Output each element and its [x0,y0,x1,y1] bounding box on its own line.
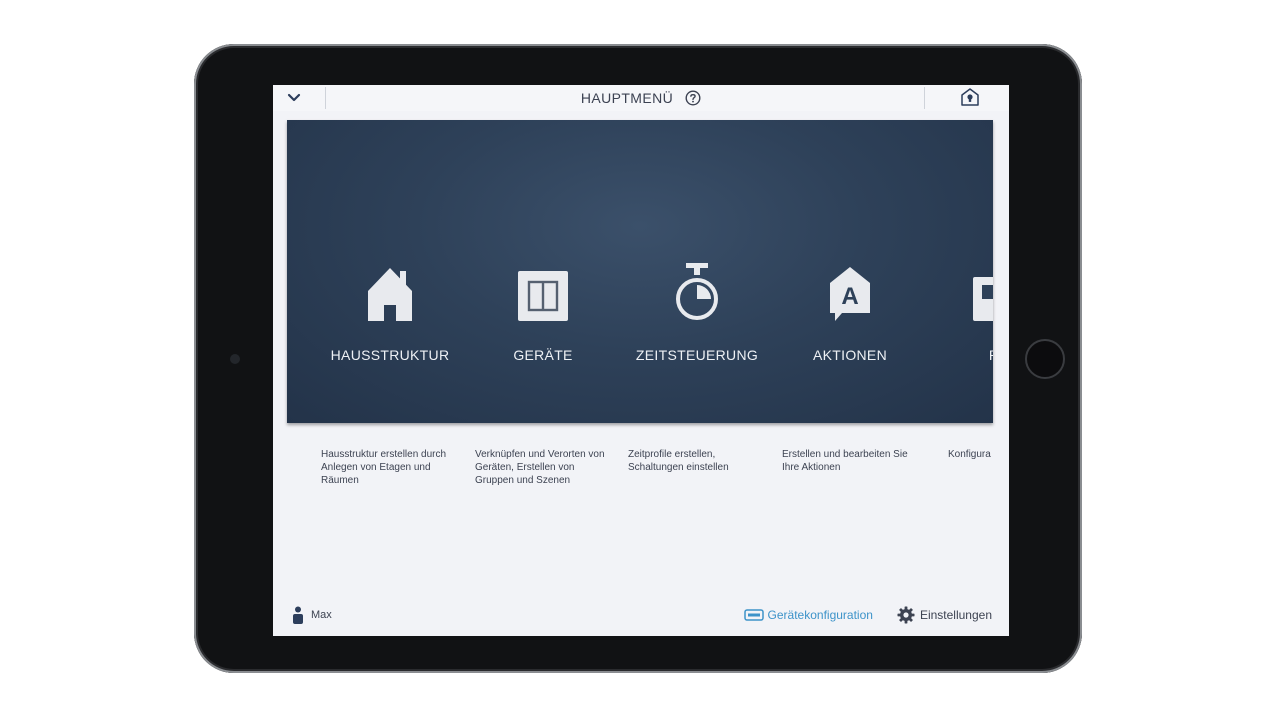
user-name: Max [311,609,332,621]
description-hausstruktur: Hausstruktur erstellen durch Anlegen von… [321,449,447,486]
user-icon [293,606,303,624]
home-bulb-icon[interactable] [960,87,980,107]
description-aktionen: Erstellen und bearbeiten Sie Ihre Aktion… [782,449,908,473]
device-config-label: Gerätekonfiguration [767,608,873,622]
action-icon: A [830,267,870,321]
settings-label: Einstellungen [919,608,992,622]
tablet-home-button[interactable] [1025,339,1065,379]
tile-aktionen[interactable]: A AKTIONEN [775,120,925,423]
help-icon[interactable] [685,90,701,106]
description-pa: Konfigura [948,449,991,460]
app-screen: HAUPTMENÜ HAUSSTRUKTUR GERÄTE ZEITSTEUER… [273,85,1009,636]
page-title: HAUPTMENÜ [580,90,674,106]
svg-text:A: A [841,283,858,310]
tile-zeitsteuerung[interactable]: ZEITSTEUERUNG [622,120,772,423]
tile-label: HAUSSTRUKTUR [330,347,450,363]
panel-icon [973,277,993,321]
device-config-link[interactable]: Gerätekonfiguration [743,608,873,622]
tile-pa[interactable]: PA [923,120,993,423]
gear-icon [897,606,915,624]
tile-label: GERÄTE [513,347,573,363]
top-bar: HAUPTMENÜ [273,85,1009,111]
device-config-icon [743,609,764,621]
settings-button[interactable]: Einstellungen [897,606,992,624]
description-geraete: Verknüpfen und Verorten von Geräten, Ers… [475,449,605,486]
tile-label: AKTIONEN [813,347,887,363]
description-zeitsteuerung: Zeitprofile erstellen, Schaltungen einst… [628,449,729,473]
footer-actions: Gerätekonfiguration Einstellungen [743,605,992,625]
top-bar-divider-right [924,87,925,109]
user-profile[interactable]: Max [293,605,332,625]
stopwatch-icon [676,263,718,320]
device-switch-icon [518,271,568,321]
tablet-camera [230,354,240,364]
tile-hausstruktur[interactable]: HAUSSTRUKTUR [315,120,465,423]
title-area: HAUPTMENÜ [273,85,1009,111]
main-menu-panel: HAUSSTRUKTUR GERÄTE ZEITSTEUERUNG A AKTI… [287,120,993,423]
tile-label: ZEITSTEUERUNG [635,347,759,363]
tile-geraete[interactable]: GERÄTE [468,120,618,423]
house-icon [368,268,412,321]
tile-label: PA [923,347,993,363]
